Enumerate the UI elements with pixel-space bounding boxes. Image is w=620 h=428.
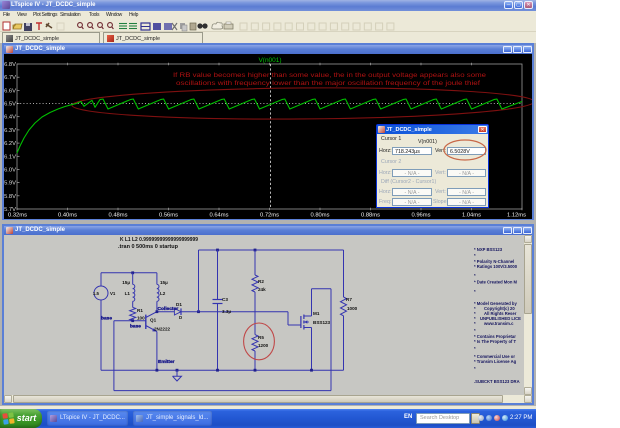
svg-text:L2: L2 (160, 291, 166, 296)
svg-text:L1: L1 (125, 291, 131, 296)
svg-text:C3: C3 (222, 297, 228, 302)
svg-text:R2: R2 (258, 279, 264, 284)
svg-text:0.80ms: 0.80ms (310, 212, 329, 218)
svg-text:If RB value becomes higher tha: If RB value becomes higher than some val… (173, 73, 487, 79)
svg-text:V(n001): V(n001) (258, 57, 281, 64)
svg-text:* Transim License Ag: * Transim License Ag (474, 359, 517, 364)
svg-text:0.48ms: 0.48ms (108, 212, 127, 218)
svg-text:6.4V: 6.4V (4, 115, 16, 121)
svg-text:www.transim.c: www.transim.c (483, 321, 514, 326)
svg-text:2N2222: 2N2222 (154, 327, 171, 332)
svg-text:24k: 24k (258, 287, 266, 292)
svg-text:0.40ms: 0.40ms (58, 212, 77, 218)
svg-text:M1: M1 (313, 311, 320, 316)
svg-text:1.5: 1.5 (93, 291, 100, 296)
svg-text:K L1 L2 0.9999999999999999999: K L1 L2 0.99999999999999999999 (120, 237, 198, 243)
svg-text:15µ: 15µ (122, 280, 130, 285)
svg-text:base: base (101, 316, 112, 322)
svg-text:6.2V: 6.2V (4, 141, 16, 147)
svg-text:* Ratings 100V/3.5000: * Ratings 100V/3.5000 (474, 264, 518, 269)
svg-text:0.32ms: 0.32ms (8, 212, 27, 218)
svg-text:.tran 0 500ms 0 startup: .tran 0 500ms 0 startup (118, 244, 178, 250)
svg-text:15µ: 15µ (160, 280, 168, 285)
svg-text:0.96ms: 0.96ms (411, 212, 430, 218)
svg-text:Emitter: Emitter (158, 359, 175, 365)
svg-text:6.1V: 6.1V (4, 154, 16, 160)
svg-text:6.0V: 6.0V (4, 167, 16, 173)
svg-text:base: base (130, 324, 141, 330)
svg-text:1000: 1000 (347, 306, 358, 311)
svg-text:0.56ms: 0.56ms (159, 212, 178, 218)
svg-text:0.88ms: 0.88ms (361, 212, 380, 218)
svg-text:5.9V: 5.9V (4, 181, 16, 187)
svg-text:6.5V: 6.5V (4, 102, 16, 108)
svg-text:1.12ms: 1.12ms (507, 212, 526, 218)
svg-text:D: D (179, 315, 182, 320)
svg-text:0.64ms: 0.64ms (209, 212, 228, 218)
svg-text:6.3V: 6.3V (4, 128, 16, 134)
svg-text:1.04ms: 1.04ms (462, 212, 481, 218)
svg-text:R5: R5 (258, 335, 264, 340)
svg-text:oscillations with frequency lo: oscillations with frequency lower than t… (176, 81, 480, 87)
svg-text:0.72ms: 0.72ms (260, 212, 279, 218)
svg-text:R7: R7 (346, 297, 352, 302)
svg-text:BSS123: BSS123 (313, 320, 331, 325)
svg-text:6.7V: 6.7V (4, 75, 16, 81)
svg-text:* Is The Property of T: * Is The Property of T (474, 339, 517, 344)
svg-text:3.3µ: 3.3µ (222, 309, 231, 314)
svg-text:.SUBCKT BSS123 DRA: .SUBCKT BSS123 DRA (474, 379, 520, 384)
svg-text:Q1: Q1 (150, 318, 157, 323)
svg-text:D1: D1 (176, 302, 182, 307)
svg-text:5.8V: 5.8V (4, 194, 16, 200)
svg-text:V1: V1 (110, 291, 116, 296)
svg-text:R1: R1 (137, 308, 143, 313)
svg-text:1200: 1200 (258, 343, 269, 348)
svg-text:* NXP BSS123: * NXP BSS123 (474, 247, 503, 252)
svg-text:6.6V: 6.6V (4, 88, 16, 94)
svg-text:6.8V: 6.8V (4, 62, 16, 68)
svg-text:100: 100 (137, 316, 145, 321)
svg-text:* Date Created Mon M: * Date Created Mon M (474, 280, 518, 285)
